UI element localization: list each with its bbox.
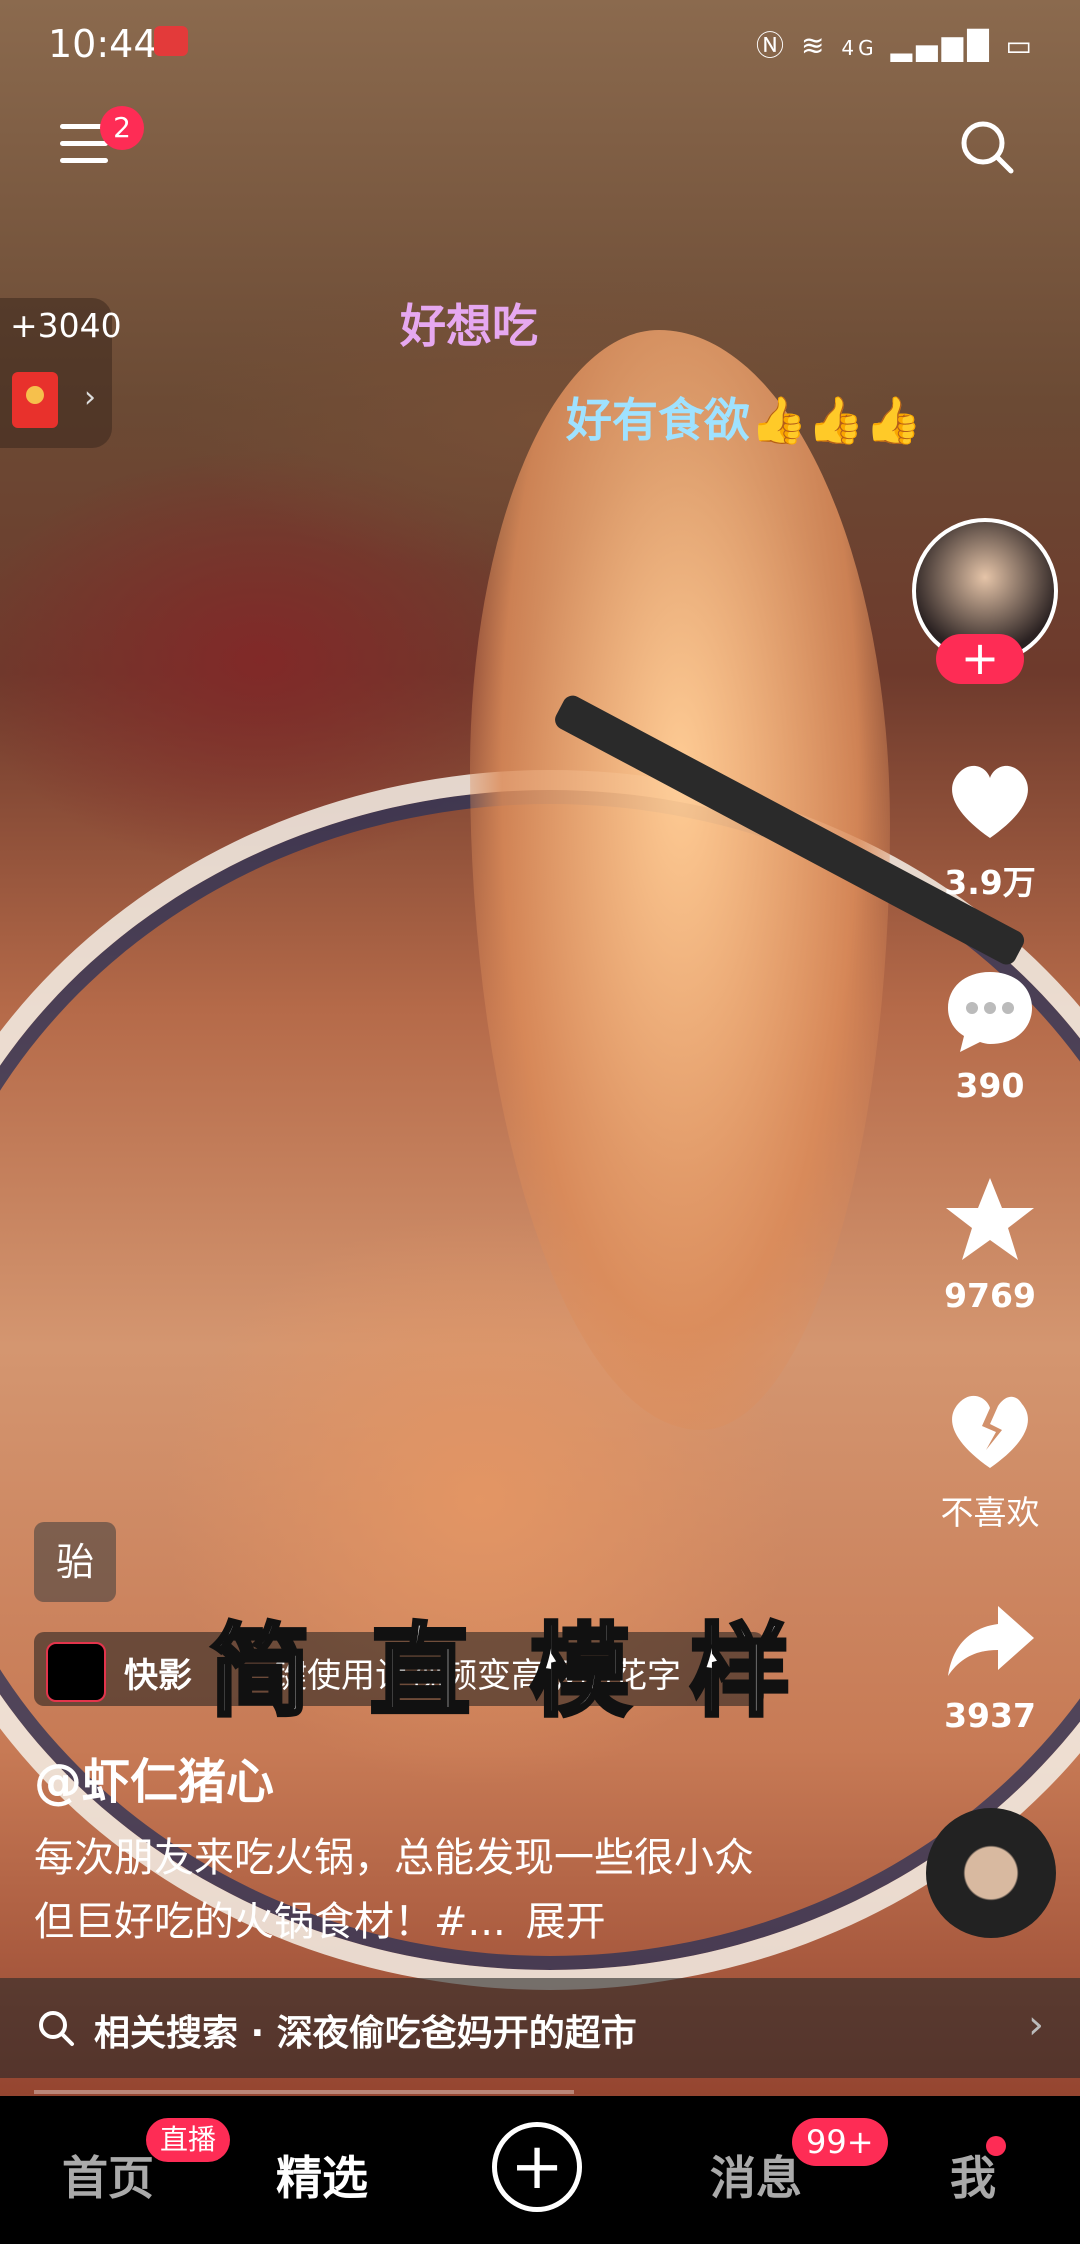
dislike-label: 不喜欢: [940, 1493, 1040, 1532]
search-icon: [961, 121, 1014, 174]
create-button[interactable]: +: [492, 2122, 582, 2212]
follow-button[interactable]: +: [936, 634, 1024, 684]
network-label: 4G: [841, 36, 878, 60]
share-button[interactable]: 3937: [930, 1590, 1050, 1735]
messages-badge: 99+: [792, 2118, 888, 2166]
video-progress-bar[interactable]: [34, 2090, 574, 2094]
video-tag[interactable]: 骀: [34, 1522, 116, 1602]
nfc-icon: Ⓝ: [756, 29, 789, 62]
author-name[interactable]: @虾仁猪心: [34, 1742, 274, 1812]
status-icons: Ⓝ ≋ 4G ▂▄▆█ ▭: [756, 24, 1036, 64]
favorite-count: 9769: [944, 1276, 1036, 1315]
share-arrow-icon: [948, 1606, 1034, 1676]
battery-icon: ▭: [1005, 29, 1036, 62]
dislike-button[interactable]: 不喜欢: [930, 1380, 1050, 1534]
kuaiying-app-icon: [46, 1642, 106, 1702]
menu-badge: 2: [100, 106, 144, 150]
like-button[interactable]: 3.9万: [930, 750, 1050, 904]
status-time: 10:44: [48, 22, 158, 66]
related-search-bar[interactable]: 相关搜索 · 深夜偷吃爸妈开的超市 ›: [0, 1978, 1080, 2078]
related-search-label: 相关搜索 · 深夜偷吃爸妈开的超市: [94, 2013, 637, 2054]
nav-messages[interactable]: 消息: [710, 2142, 802, 2208]
video-caption-overlay: 简直模样: [208, 1611, 850, 1732]
nav-featured[interactable]: 精选: [276, 2142, 368, 2208]
nav-home[interactable]: 首页: [62, 2142, 154, 2208]
app-notification-icon: [154, 26, 188, 56]
status-bar: 10:44 Ⓝ ≋ 4G ▂▄▆█ ▭: [0, 0, 1080, 86]
heart-icon: [952, 765, 1028, 838]
video-description[interactable]: 每次朋友来吃火锅，总能发现一些很小众但巨好吃的火锅食材！#... 展开: [34, 1826, 754, 1954]
live-badge: 直播: [146, 2118, 231, 2162]
coin-arrow-icon[interactable]: ›: [84, 380, 96, 415]
expand-link[interactable]: 展开: [526, 1899, 606, 1945]
search-button[interactable]: [958, 118, 1016, 176]
favorite-button[interactable]: 9769: [930, 1170, 1050, 1315]
like-count: 3.9万: [944, 863, 1036, 902]
wifi-icon: ≋: [800, 29, 829, 62]
share-count: 3937: [944, 1696, 1036, 1735]
coin-amount: +3040: [10, 306, 122, 345]
star-icon: [946, 1178, 1034, 1260]
danmaku-comment: 好有食欲👍👍👍: [566, 393, 922, 447]
signal-icon: ▂▄▆█: [890, 29, 993, 62]
me-notification-dot: [986, 2136, 1006, 2156]
comment-button[interactable]: 390: [930, 960, 1050, 1105]
search-icon: [39, 2011, 74, 2046]
chevron-right-icon: ›: [1028, 2002, 1044, 2048]
broken-heart-icon: [952, 1395, 1028, 1468]
comment-icon: [948, 972, 1032, 1052]
music-disc[interactable]: [926, 1808, 1056, 1938]
danmaku-comment: 好想吃: [400, 299, 538, 353]
comment-count: 390: [955, 1066, 1025, 1105]
template-app-name: 快影: [124, 1656, 192, 1696]
red-packet-icon[interactable]: [12, 372, 58, 428]
description-text: 每次朋友来吃火锅，总能发现一些很小众但巨好吃的火锅食材！#...: [34, 1835, 754, 1945]
